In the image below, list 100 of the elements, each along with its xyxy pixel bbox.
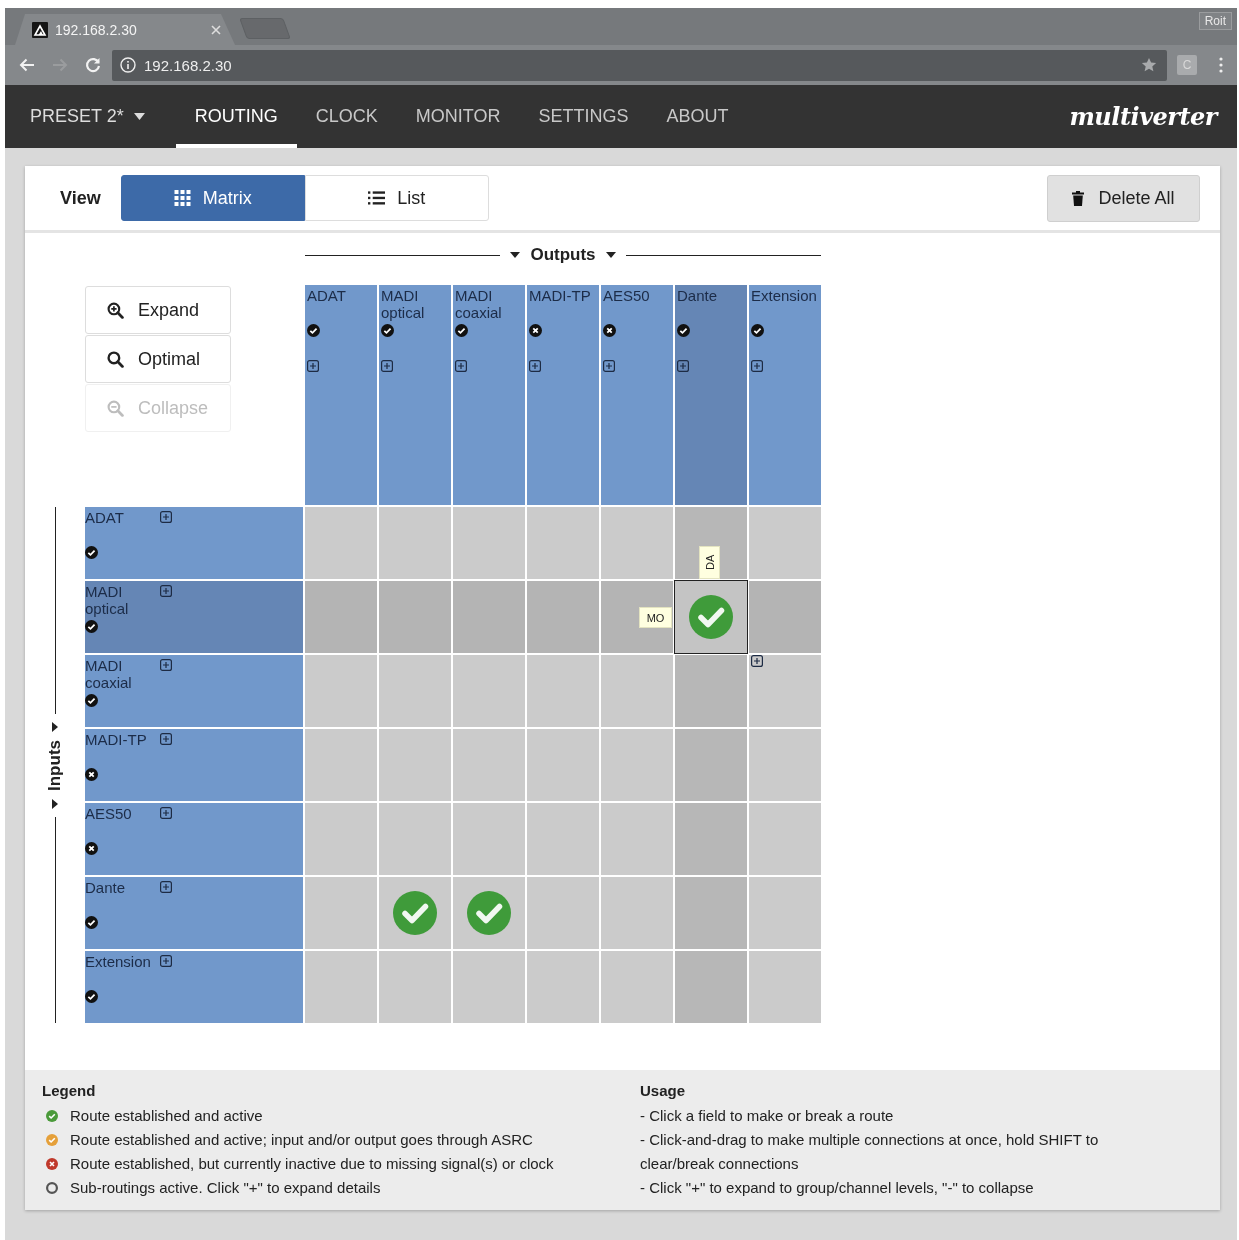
reload-icon[interactable] bbox=[84, 56, 102, 74]
matrix-cell[interactable] bbox=[305, 951, 377, 1023]
matrix-cell[interactable] bbox=[379, 729, 451, 801]
matrix-cell[interactable] bbox=[601, 507, 673, 579]
plus-square-icon[interactable] bbox=[160, 511, 172, 523]
matrix-cell[interactable] bbox=[601, 803, 673, 875]
nav-tab[interactable]: SETTINGS bbox=[519, 85, 648, 148]
matrix-cell[interactable] bbox=[749, 729, 821, 801]
matrix-cell[interactable] bbox=[675, 581, 747, 653]
matrix-cell[interactable] bbox=[601, 655, 673, 727]
plus-square-icon[interactable] bbox=[160, 659, 172, 671]
caret-icon[interactable] bbox=[52, 798, 58, 809]
nav-tab[interactable]: ROUTING bbox=[175, 85, 297, 148]
nav-tab[interactable]: CLOCK bbox=[296, 85, 397, 148]
matrix-cell[interactable] bbox=[453, 655, 525, 727]
matrix-cell[interactable] bbox=[527, 581, 599, 653]
column-header[interactable]: MADI-TP bbox=[527, 285, 599, 505]
row-header[interactable]: AES50 bbox=[85, 803, 303, 875]
matrix-cell[interactable] bbox=[379, 803, 451, 875]
menu-icon[interactable] bbox=[1219, 57, 1223, 73]
plus-square-icon[interactable] bbox=[381, 360, 393, 372]
matrix-cell[interactable] bbox=[379, 951, 451, 1023]
matrix-cell[interactable] bbox=[749, 507, 821, 579]
info-icon[interactable] bbox=[120, 57, 136, 73]
matrix-cell[interactable] bbox=[305, 655, 377, 727]
plus-square-icon[interactable] bbox=[603, 360, 615, 372]
caret-icon[interactable] bbox=[510, 252, 521, 258]
matrix-cell[interactable] bbox=[379, 507, 451, 579]
matrix-cell[interactable] bbox=[305, 581, 377, 653]
row-header[interactable]: Extension bbox=[85, 951, 303, 1023]
matrix-cell[interactable] bbox=[749, 951, 821, 1023]
profile-button[interactable]: Roit bbox=[1198, 12, 1232, 30]
matrix-cell[interactable] bbox=[305, 877, 377, 949]
row-header[interactable]: MADI coaxial bbox=[85, 655, 303, 727]
matrix-cell[interactable] bbox=[675, 951, 747, 1023]
back-icon[interactable] bbox=[18, 56, 36, 74]
plus-square-icon[interactable] bbox=[307, 360, 319, 372]
caret-icon[interactable] bbox=[52, 721, 58, 732]
plus-square-icon[interactable] bbox=[751, 360, 763, 372]
matrix-cell[interactable] bbox=[379, 581, 451, 653]
view-tab[interactable]: List bbox=[304, 175, 489, 221]
matrix-cell[interactable] bbox=[601, 951, 673, 1023]
matrix-cell[interactable] bbox=[305, 507, 377, 579]
nav-tab[interactable]: ABOUT bbox=[647, 85, 748, 148]
view-tab[interactable]: Matrix bbox=[120, 175, 305, 221]
matrix-cell[interactable] bbox=[749, 581, 821, 653]
matrix-cell[interactable] bbox=[749, 655, 821, 727]
close-icon[interactable] bbox=[211, 24, 221, 35]
matrix-cell[interactable] bbox=[749, 803, 821, 875]
nav-tab[interactable]: MONITOR bbox=[396, 85, 520, 148]
preset-dropdown[interactable]: PRESET 2* bbox=[30, 85, 145, 148]
plus-square-icon[interactable] bbox=[160, 733, 172, 745]
matrix-cell[interactable] bbox=[601, 877, 673, 949]
matrix-cell[interactable] bbox=[527, 951, 599, 1023]
matrix-cell[interactable] bbox=[527, 507, 599, 579]
matrix-cell[interactable] bbox=[379, 877, 451, 949]
address-bar[interactable]: 192.168.2.30 bbox=[112, 49, 1167, 81]
matrix-cell[interactable] bbox=[379, 655, 451, 727]
matrix-cell[interactable] bbox=[305, 803, 377, 875]
matrix-cell[interactable] bbox=[675, 729, 747, 801]
caret-icon[interactable] bbox=[605, 252, 616, 258]
matrix-cell[interactable] bbox=[527, 655, 599, 727]
matrix-cell[interactable] bbox=[527, 803, 599, 875]
column-header[interactable]: AES50 bbox=[601, 285, 673, 505]
matrix-cell[interactable] bbox=[675, 803, 747, 875]
plus-square-icon[interactable] bbox=[751, 655, 763, 667]
plus-square-icon[interactable] bbox=[455, 360, 467, 372]
star-icon[interactable] bbox=[1141, 57, 1157, 73]
column-header[interactable]: MADI coaxial bbox=[453, 285, 525, 505]
delete-all-button[interactable]: Delete All bbox=[1047, 174, 1200, 222]
matrix-cell[interactable] bbox=[527, 877, 599, 949]
row-header[interactable]: MADI optical bbox=[85, 581, 303, 653]
plus-square-icon[interactable] bbox=[160, 807, 172, 819]
matrix-cell[interactable] bbox=[675, 877, 747, 949]
matrix-cell[interactable] bbox=[453, 507, 525, 579]
plus-square-icon[interactable] bbox=[160, 955, 172, 967]
matrix-cell[interactable] bbox=[453, 877, 525, 949]
matrix-cell[interactable] bbox=[453, 951, 525, 1023]
matrix-cell[interactable] bbox=[749, 877, 821, 949]
plus-square-icon[interactable] bbox=[529, 360, 541, 372]
column-header[interactable]: Extension bbox=[749, 285, 821, 505]
browser-tab[interactable]: 192.168.2.30 bbox=[15, 14, 235, 45]
matrix-cell[interactable] bbox=[601, 729, 673, 801]
matrix-cell[interactable] bbox=[453, 729, 525, 801]
row-header[interactable]: MADI-TP bbox=[85, 729, 303, 801]
row-header[interactable]: Dante bbox=[85, 877, 303, 949]
column-header[interactable]: MADI optical bbox=[379, 285, 451, 505]
matrix-cell[interactable] bbox=[305, 729, 377, 801]
plus-square-icon[interactable] bbox=[160, 881, 172, 893]
plus-square-icon[interactable] bbox=[677, 360, 689, 372]
plus-square-icon[interactable] bbox=[160, 585, 172, 597]
matrix-cell[interactable] bbox=[453, 803, 525, 875]
matrix-cell[interactable] bbox=[527, 729, 599, 801]
matrix-cell[interactable] bbox=[453, 581, 525, 653]
column-header[interactable]: ADAT bbox=[305, 285, 377, 505]
zoom-button[interactable]: Expand bbox=[85, 286, 231, 334]
zoom-button[interactable]: Optimal bbox=[85, 335, 231, 383]
row-header[interactable]: ADAT bbox=[85, 507, 303, 579]
column-header[interactable]: Dante bbox=[675, 285, 747, 505]
matrix-cell[interactable] bbox=[675, 655, 747, 727]
